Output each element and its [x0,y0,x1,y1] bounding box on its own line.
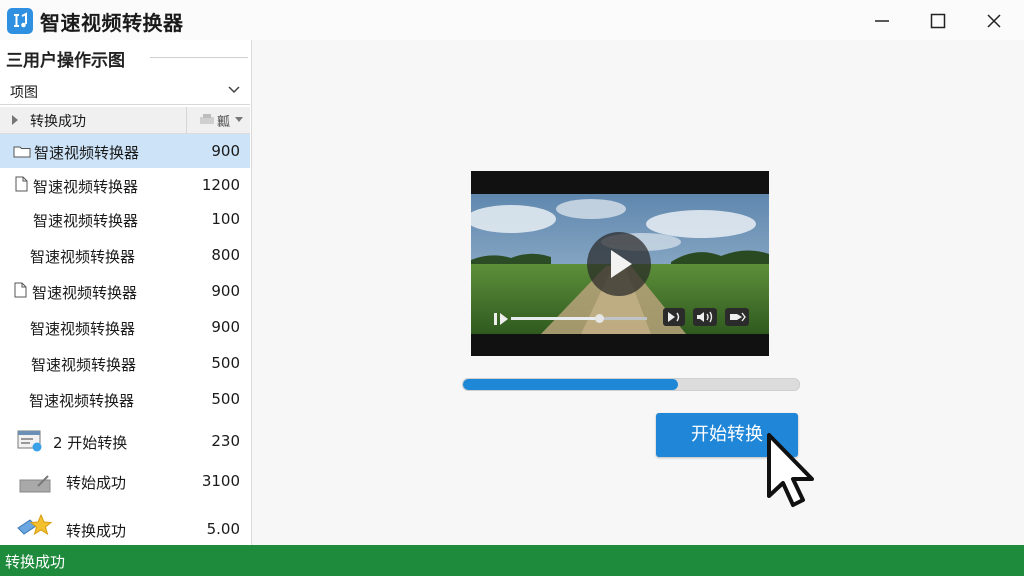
size-column-label: 瓤 [217,115,231,130]
list-item-name: 智速视频转换器 [33,178,139,196]
list-item-value: 5.00 [206,520,240,538]
play-button[interactable] [587,232,651,296]
volume-button[interactable] [693,308,717,330]
star-tag-icon [17,513,53,536]
sort-icon [200,114,214,124]
fullscreen-icon [725,308,749,326]
close-button[interactable] [966,0,1022,40]
list-item-value: 100 [211,210,240,228]
seek-bar[interactable] [511,314,647,323]
list-item[interactable]: 智速视频转换器 500 [0,382,250,416]
list-item-value: 230 [211,432,240,450]
list-item-name: 智速视频转换器 [31,356,137,374]
tray-icon [19,475,51,493]
fullscreen-button[interactable] [725,308,749,330]
list-item[interactable]: 智速视频转换器 900 [0,310,250,344]
list-item-value: 500 [211,390,240,408]
folder-icon [13,146,31,158]
chevron-down-icon [228,86,240,94]
maximize-icon [930,13,946,29]
expand-triangle-icon [12,115,18,125]
list-item-name: 智速视频转换器 [30,320,136,338]
sidebar-header: 三用户操作示图 [6,51,125,71]
minimize-button[interactable] [854,0,910,40]
list-item[interactable]: 智速视频转换器 900 [0,274,250,308]
title-bar: 智速视频转换器 [0,0,1024,40]
play-icon [611,250,632,278]
view-dropdown-value: 项图 [10,85,38,101]
list-item[interactable]: 转始成功 3100 [0,462,250,502]
play-pause-button[interactable] [493,311,509,330]
maximize-button[interactable] [910,0,966,40]
list-item-value: 900 [211,142,240,160]
file-icon [15,176,28,192]
app-title: 智速视频转换器 [40,11,184,35]
column-header: 转换成功 瓤 [0,107,250,134]
list-item-value: 900 [211,282,240,300]
skip-forward-button[interactable] [663,308,685,330]
file-icon [14,282,27,298]
sidebar-header-divider [150,57,248,58]
list-item-value: 800 [211,246,240,264]
chevron-down-icon [235,117,243,122]
list-item[interactable]: 智速视频转换器 800 [0,238,250,272]
list-item-name: 智速视频转换器 [29,392,135,410]
video-player[interactable] [471,171,769,356]
skip-forward-icon [663,308,685,326]
size-column-header[interactable]: 瓤 [187,107,250,133]
sidebar: 三用户操作示图 项图 转换成功 瓤 智速视频转换器 900 智速视频转换器 12… [0,40,252,545]
list-item[interactable]: 智速视频转换器 900 [0,134,250,168]
conversion-progress-bar [462,378,800,391]
list-item[interactable]: 智速视频转换器 1200 [0,168,250,202]
list-item[interactable]: 转换成功 5.00 [0,510,250,545]
name-column-header[interactable]: 转换成功 [0,107,187,133]
list-item-name: 转始成功 [66,474,127,492]
list-item-value: 900 [211,318,240,336]
window-app-icon [17,430,42,452]
volume-icon [693,308,717,326]
list-item-name: 转换成功 [66,522,127,540]
name-column-label: 转换成功 [30,114,86,130]
list-item-name: 智速视频转换器 [32,284,138,302]
conversion-progress-fill [463,379,679,390]
main-panel: 开始转换 [252,40,1024,545]
view-dropdown[interactable]: 项图 [0,78,250,105]
list-item[interactable]: 2 开始转换 230 [0,422,250,460]
list-item-name: 智速视频转换器 [34,144,140,162]
list-item[interactable]: 智速视频转换器 500 [0,346,250,380]
close-icon [987,14,1001,28]
seek-progress [511,317,600,320]
mouse-cursor-icon [767,433,814,507]
status-text: 转换成功 [5,553,66,571]
play-pause-icon [494,313,508,325]
status-bar: 转换成功 [0,545,1024,576]
app-logo-icon [7,8,33,34]
list-item-name: 智速视频转换器 [30,248,136,266]
minimize-icon [875,20,889,22]
list-item-value: 500 [211,354,240,372]
list-item-value: 1200 [201,176,240,194]
list-item-value: 3100 [201,472,240,490]
list-item[interactable]: 智速视频转换器 100 [0,202,250,236]
list-item-name: 智速视频转换器 [33,212,139,230]
list-item-name: 2 开始转换 [53,434,128,452]
